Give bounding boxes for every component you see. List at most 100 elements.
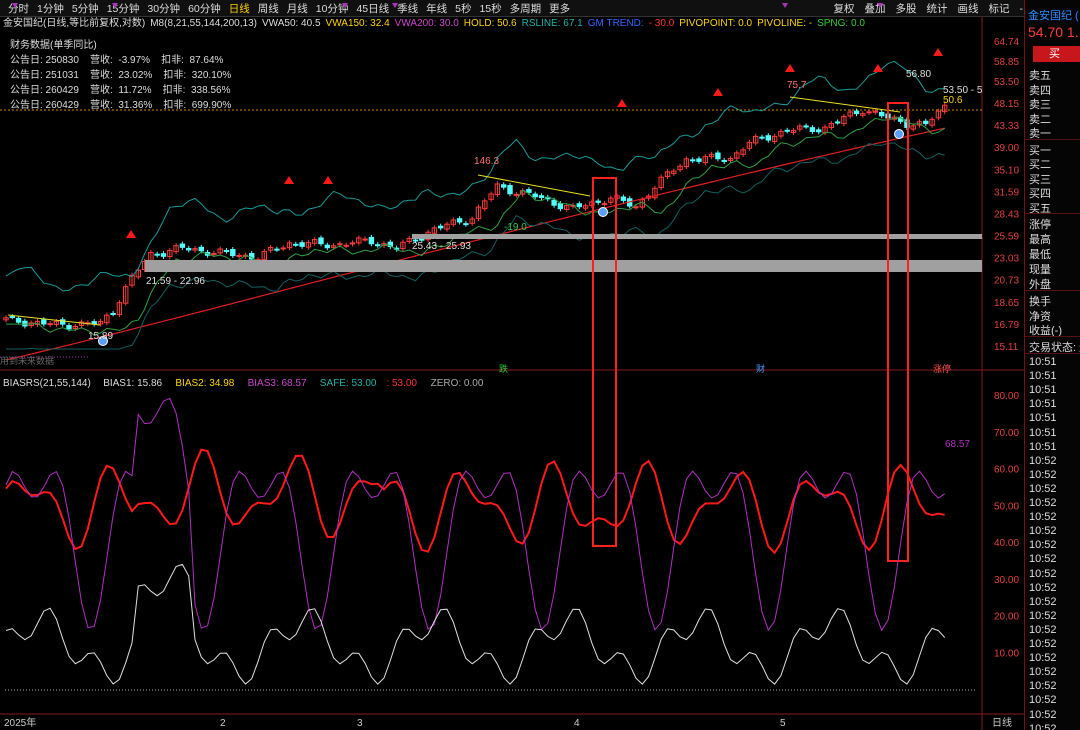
low-label: 15.89 [88,331,113,342]
candle-body [620,196,627,201]
stock-name[interactable]: 金安国纪 ( [1028,7,1079,23]
signal-triangle [933,48,943,56]
bias1-line [5,563,946,685]
candle-body [230,248,236,257]
candle-body [601,203,608,206]
quote-sidebar: 金安国纪 ( 54.70 1. 买 卖五 卖四 卖三 卖二 卖一 买一 买二 买三 买四 买五 涨停… [1024,0,1080,730]
candle-body [463,223,469,226]
tick-time: 10:51 [1029,412,1057,425]
signal-triangle [713,88,723,96]
price-tick: 18.65 [994,298,1019,309]
candle-body [696,158,702,162]
signal-triangle [873,64,883,72]
bias-legend-item: BIAS3: 68.57 [248,378,307,389]
support-band [145,260,982,272]
price-tick: 28.43 [994,210,1019,221]
candle-body [91,321,97,325]
tick-time: 10:52 [1029,652,1057,665]
low-label: -19.0 [504,222,527,233]
level-label: 25.43 - 25.93 [412,241,471,252]
candle-body [362,238,368,241]
financial-panel: 财务数据(单季同比) 公告日: 250830 营收: -3.97% 扣非: 87… [10,38,231,113]
divider [1025,335,1080,337]
tick-time: 10:51 [1029,398,1057,411]
tick-time: 10:52 [1029,581,1057,594]
top-marker [342,3,348,8]
candle-body [595,200,601,203]
financial-row: 公告日: 250830 营收: -3.97% 扣非: 87.64% [10,55,224,66]
financial-title: 财务数据(单季同比) [10,40,97,51]
date-tick: 4 [574,718,580,729]
bias-legend-item: : 53.00 [386,378,417,389]
signal-triangle [284,176,294,184]
price-tick: 15.11 [994,342,1019,353]
tick-time: 10:52 [1029,722,1057,730]
bias-tick: 40.00 [994,538,1019,549]
event-tag: 涨停 [933,363,951,374]
quote-stat: 现量 [1029,264,1051,276]
candle-body [324,244,331,249]
tick-time: 10:52 [1029,511,1057,524]
signal-triangle [785,64,795,72]
bias-legend-item: BIAS1: 15.86 [103,378,162,389]
candle-body [154,253,160,256]
price-tick: 43.33 [994,121,1019,132]
signal-dot [894,129,904,139]
top-marker [782,3,788,8]
price-tick: 35.10 [994,165,1019,176]
buy-button[interactable]: 买 [1033,46,1080,62]
high-label: 56.80 [906,69,931,80]
bias-tick: 80.00 [994,391,1019,402]
bias3-value: 68.57 [945,439,970,450]
bias-legend-item: ZERO: 0.00 [431,378,484,389]
candle-body [803,125,809,128]
candle-body [690,159,696,162]
candle-body [557,203,564,210]
level-label: 21.59 - 22.96 [146,276,205,287]
tick-time: 10:51 [1029,356,1057,368]
legend-item: HOLD: 50.6 [463,18,517,29]
legend-item: VWA200: 30.0 [394,18,459,29]
price-tick: 31.59 [994,187,1019,198]
candle-body [532,193,538,198]
tick-time: 10:52 [1029,482,1057,495]
tick-time: 10:52 [1029,623,1057,636]
tick-time: 10:52 [1029,694,1057,707]
legend-item: M8(8,21,55,144,200,13) [150,18,257,29]
tick-time: 10:52 [1029,497,1057,509]
candle-body [809,127,816,133]
divider [1025,290,1080,291]
candle-body [375,244,381,247]
bias-tick: 30.00 [994,575,1019,586]
price-tick: 48.15 [994,99,1019,110]
legend-item: SPNG: 0.0 [817,18,865,29]
price-tick: 20.73 [994,276,1019,287]
tick-time: 10:52 [1029,539,1057,552]
bias-tick: 50.00 [994,501,1019,512]
tick-time: 10:52 [1029,638,1057,650]
bias2-line [5,448,945,555]
signal-triangle [617,99,627,107]
top-marker [12,3,18,8]
tick-time: 10:52 [1029,666,1057,679]
candle-body [368,236,375,245]
candle-body [526,189,532,193]
candle-body [198,246,205,252]
candle-body [765,135,771,141]
legend-item: - 30.0 [648,18,675,29]
price-tick: 16.79 [994,320,1019,331]
candle-body [110,313,116,316]
date-tick: 2 [220,718,226,729]
candle-body [186,247,192,251]
tick-time: 10:51 [1029,440,1057,453]
candle-body [236,254,242,257]
candle-body [853,110,860,115]
candle-body [759,136,765,139]
candle-body [715,152,721,160]
stock-price: 54.70 1. [1028,24,1079,40]
date-tick: 2025年 [4,716,36,729]
legend-item: PIVOPOINT: 0.0 [679,18,753,29]
candle-body [179,243,186,248]
candle-body [551,199,557,206]
support-band [412,234,982,239]
